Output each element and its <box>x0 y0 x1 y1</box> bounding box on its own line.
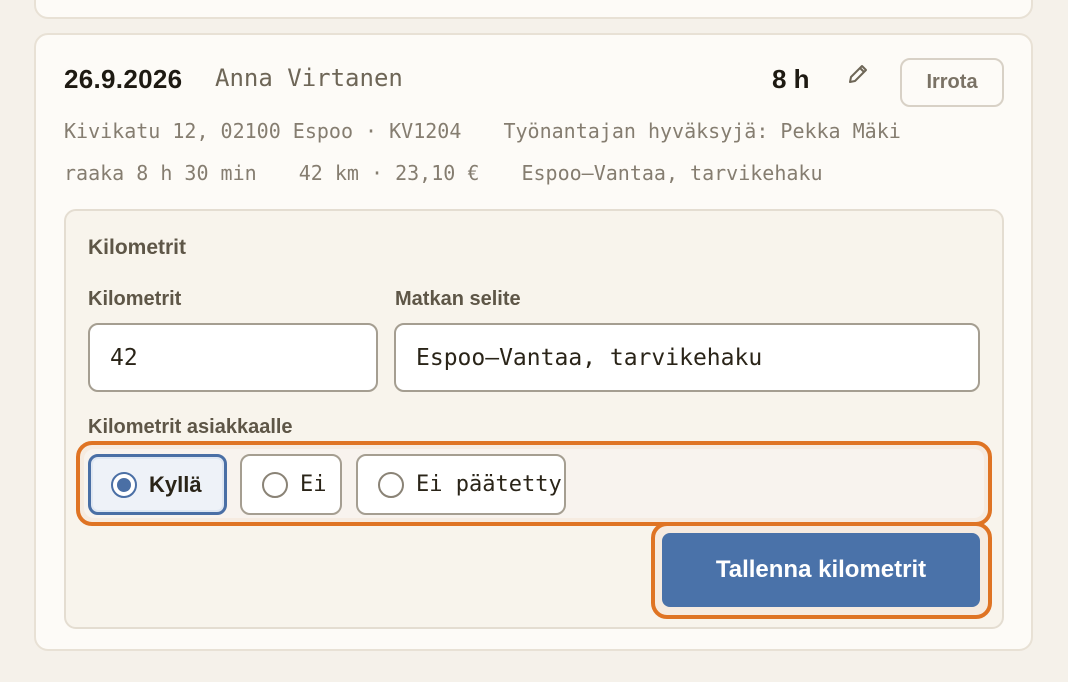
kilometer-section-title: Kilometrit <box>88 236 187 259</box>
entry-date: 26.9.2026 <box>64 64 183 94</box>
customer-km-label: Kilometrit asiakkaalle <box>88 416 293 438</box>
radio-option-ei[interactable]: Ei <box>240 454 342 515</box>
entry-meta-line-1: Kivikatu 12, 02100 Espoo · KV1204 Työnan… <box>64 119 901 143</box>
entry-raw-time: raaka 8 h 30 min <box>64 161 257 185</box>
radio-option-label: Ei <box>300 472 327 497</box>
radio-option-label: Kyllä <box>149 471 202 497</box>
radio-selected-icon <box>111 471 137 498</box>
radio-unselected-icon <box>262 471 288 498</box>
pencil-icon[interactable] <box>845 62 871 88</box>
entry-hours: 8 h <box>772 64 810 94</box>
entry-km-cost: 42 km · 23,10 € <box>298 161 480 185</box>
trip-description-label: Matkan selite <box>395 288 521 310</box>
radio-option-label: Ei päätetty <box>416 472 562 497</box>
radio-option-ei-paatetty[interactable]: Ei päätetty <box>356 454 566 515</box>
entry-person-name: Anna Virtanen <box>215 64 403 92</box>
entry-address: Kivikatu 12, 02100 Espoo · KV1204 <box>64 119 462 143</box>
entry-approver: Työnantajan hyväksyjä: Pekka Mäki <box>503 119 901 143</box>
entry-meta-line-2: raaka 8 h 30 min 42 km · 23,10 € Espoo–V… <box>64 161 823 185</box>
entry-trip-description: Espoo–Vantaa, tarvikehaku <box>521 161 823 185</box>
radio-unselected-icon <box>378 471 404 498</box>
trip-description-input[interactable] <box>394 323 980 392</box>
detach-button[interactable]: Irrota <box>900 58 1004 107</box>
km-input[interactable] <box>88 323 378 392</box>
previous-entry-card <box>34 0 1033 19</box>
save-kilometers-button[interactable]: Tallenna kilometrit <box>662 533 980 607</box>
km-field-label: Kilometrit <box>88 288 182 310</box>
radio-option-kylla[interactable]: Kyllä <box>88 454 227 515</box>
